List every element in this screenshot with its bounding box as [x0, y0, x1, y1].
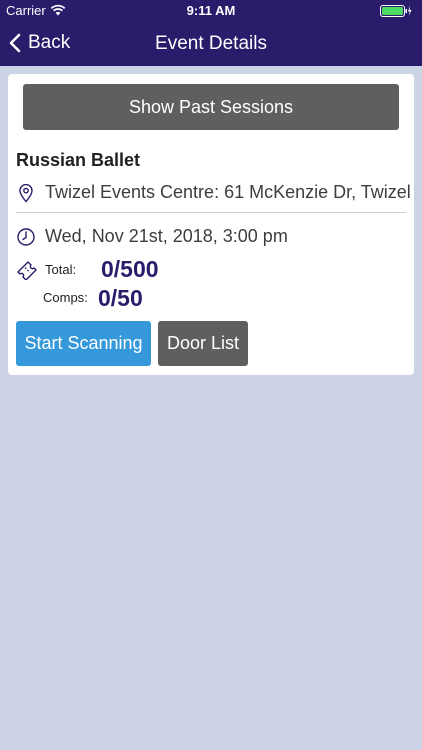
comps-label: Comps:	[43, 290, 88, 305]
event-card: Show Past Sessions Russian Ballet Twizel…	[8, 74, 414, 375]
status-bar: Carrier 9:11 AM	[0, 0, 422, 22]
event-name: Russian Ballet	[16, 150, 141, 170]
status-time: 9:11 AM	[186, 3, 236, 18]
header: Carrier 9:11 AM Back Event Details	[0, 0, 422, 66]
venue-text: Twizel Events Centre: 61 McKenzie Dr, Tw…	[45, 182, 411, 202]
event-details-screen: Carrier 9:11 AM Back Event Details Show …	[0, 0, 422, 750]
comps-count: 0/50	[98, 285, 143, 311]
start-scanning-button[interactable]: Start Scanning	[16, 321, 151, 366]
location-pin-icon	[19, 183, 33, 203]
door-list-button[interactable]: Door List	[158, 321, 248, 366]
show-past-sessions-button[interactable]: Show Past Sessions	[23, 84, 399, 130]
total-label: Total:	[45, 262, 77, 277]
venue-row: Twizel Events Centre: 61 McKenzie Dr, Tw…	[16, 182, 411, 203]
datetime-text: Wed, Nov 21st, 2018, 3:00 pm	[45, 226, 288, 246]
nav-bar: Back Event Details	[0, 22, 422, 66]
divider	[16, 212, 406, 213]
page-title: Event Details	[155, 33, 267, 54]
total-count: 0/500	[101, 256, 159, 282]
ticket-icon	[17, 261, 37, 280]
datetime-row: Wed, Nov 21st, 2018, 3:00 pm	[16, 226, 288, 247]
clock-icon	[17, 227, 35, 246]
battery-icon	[380, 5, 412, 17]
